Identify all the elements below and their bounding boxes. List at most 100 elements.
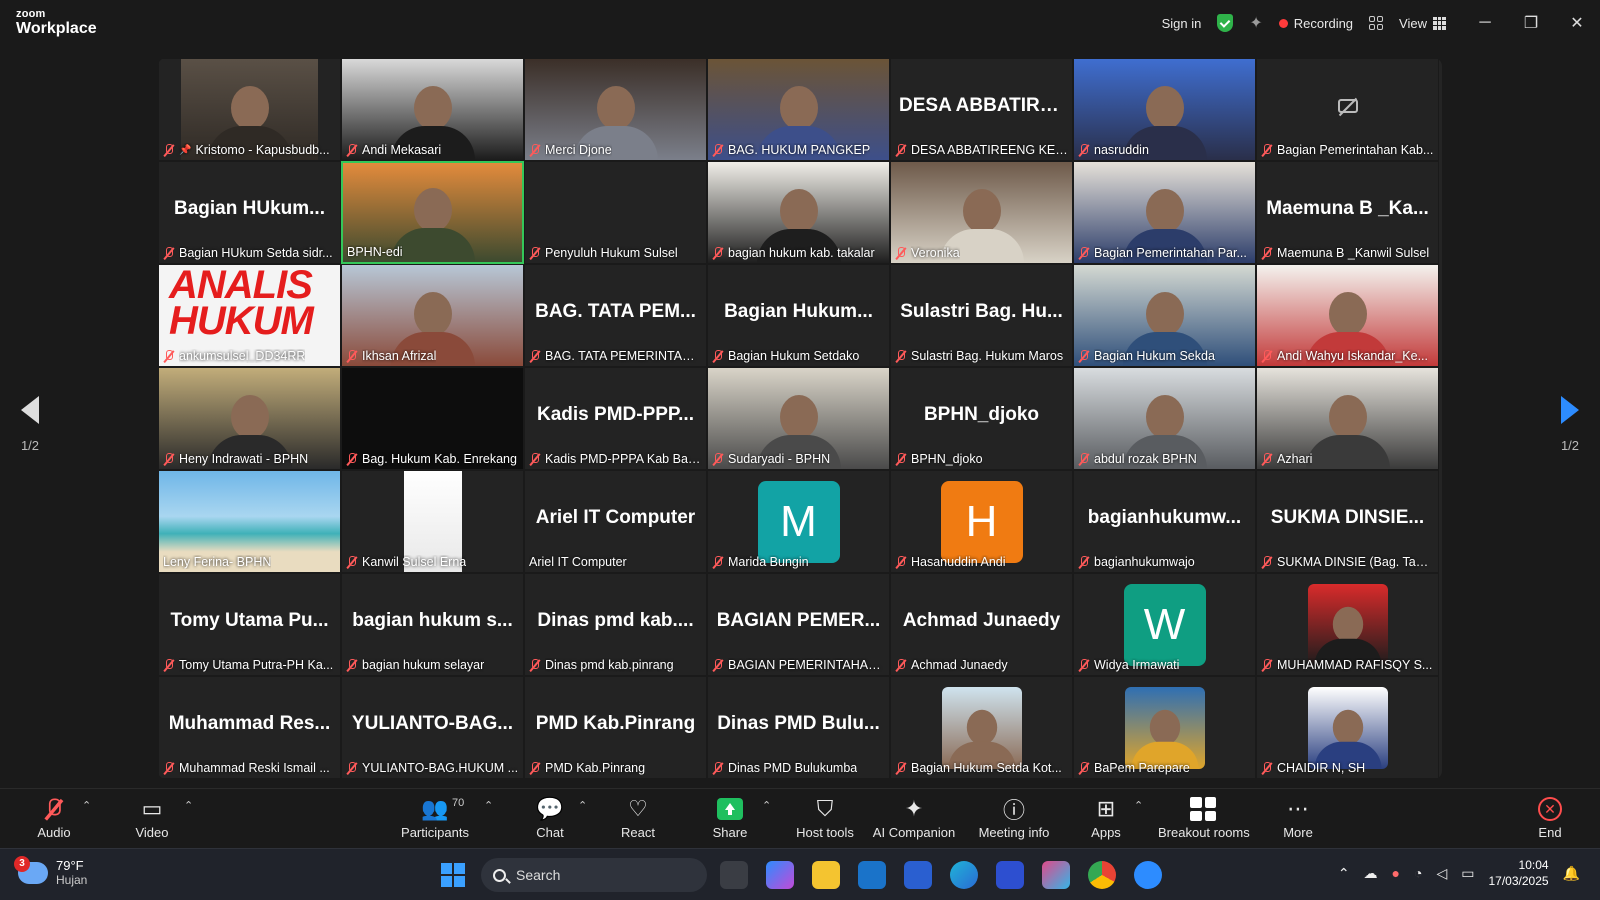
participant-tile[interactable]: BAG. TATA PEM... BAG. TATA PEMERINTAHA... <box>524 264 707 367</box>
notification-bell-icon[interactable]: 🔔 <box>1563 865 1580 882</box>
participants-options-chevron-icon[interactable]: ⌃ <box>484 799 493 812</box>
volume-icon[interactable]: ◁ <box>1436 865 1447 882</box>
participant-tile[interactable]: Tomy Utama Pu... Tomy Utama Putra-PH Ka..… <box>158 573 341 676</box>
participant-tile[interactable]: PMD Kab.Pinrang PMD Kab.Pinrang <box>524 676 707 779</box>
edge-icon[interactable] <box>950 861 978 889</box>
video-button[interactable]: ▭ Video <box>130 795 174 840</box>
participant-tile[interactable]: Penyuluh Hukum Sulsel <box>524 161 707 264</box>
next-page-button[interactable]: 1/2 <box>1540 396 1600 453</box>
host-tools-button[interactable]: ⛉ Host tools <box>792 795 858 840</box>
participant-tile[interactable]: BAGIAN PEMER... BAGIAN PEMERINTAHAN ... <box>707 573 890 676</box>
participant-tile[interactable]: CHAIDIR N, SH <box>1256 676 1439 779</box>
restore-icon[interactable]: ❐ <box>1508 0 1554 46</box>
participant-tile[interactable]: W Widya Irmawati <box>1073 573 1256 676</box>
participant-tile[interactable]: Veronika <box>890 161 1073 264</box>
participant-tile[interactable]: Sudaryadi - BPHN <box>707 367 890 470</box>
sign-in-button[interactable]: Sign in <box>1162 16 1202 31</box>
onedrive-cloud-icon[interactable]: ☁ <box>1364 865 1378 882</box>
share-button[interactable]: Share <box>710 795 750 840</box>
ai-sparkle-icon[interactable]: ✦ <box>1249 13 1262 33</box>
participant-tile[interactable]: Ariel IT Computer Ariel IT Computer <box>524 470 707 573</box>
participant-tile[interactable]: Leny Ferina- BPHN <box>158 470 341 573</box>
microphone-icon[interactable]: ● <box>1392 865 1400 881</box>
apps-button[interactable]: ⊞ Apps <box>1086 795 1126 840</box>
participant-tile[interactable]: SUKMA DINSIE... SUKMA DINSIE (Bag. Tape..… <box>1256 470 1439 573</box>
participant-tile[interactable]: Bagian Hukum... Bagian Hukum Setdako <box>707 264 890 367</box>
wifi-icon[interactable]: ◔ <box>1414 865 1422 881</box>
participant-tile[interactable]: nasruddin <box>1073 58 1256 161</box>
participant-tile[interactable]: Kanwil Sulsel Erna <box>341 470 524 573</box>
gallery-layout-icon[interactable] <box>1369 16 1384 30</box>
participant-tile[interactable]: Dinas PMD Bulu... Dinas PMD Bulukumba <box>707 676 890 779</box>
participant-tile[interactable]: BPHN_djoko BPHN_djoko <box>890 367 1073 470</box>
participant-tile[interactable]: Merci Djone <box>524 58 707 161</box>
more-button[interactable]: ⋯ More <box>1278 795 1318 840</box>
participant-tile[interactable]: bagian hukum kab. takalar <box>707 161 890 264</box>
participant-tile[interactable]: 📌 Kristomo - Kapusbudb... <box>158 58 341 161</box>
participant-tile[interactable]: Maemuna B _Ka... Maemuna B _Kanwil Sulsel <box>1256 161 1439 264</box>
store-icon[interactable] <box>904 861 932 889</box>
participant-tile[interactable]: YULIANTO-BAG... YULIANTO-BAG.HUKUM ... <box>341 676 524 779</box>
m365-icon[interactable] <box>1042 861 1070 889</box>
outlook-icon[interactable] <box>858 861 886 889</box>
share-options-chevron-icon[interactable]: ⌃ <box>762 799 771 812</box>
taskbar-clock[interactable]: 10:04 17/03/2025 <box>1489 857 1549 889</box>
minimize-icon[interactable]: ─ <box>1462 0 1508 46</box>
encryption-shield-icon[interactable] <box>1217 14 1234 32</box>
pen-app-icon[interactable] <box>996 861 1024 889</box>
participant-tile[interactable]: Achmad Junaedy Achmad Junaedy <box>890 573 1073 676</box>
participant-tile[interactable]: Bagian Pemerintahan Kab... <box>1256 58 1439 161</box>
participant-tile[interactable]: ANALIS HUKUM ankumsulsel_DD34RR <box>158 264 341 367</box>
participant-tile[interactable]: Bag. Hukum Kab. Enrekang <box>341 367 524 470</box>
participant-tile[interactable]: MUHAMMAD RAFISQY S... <box>1256 573 1439 676</box>
participant-tile[interactable]: Bagian Hukum Sekda <box>1073 264 1256 367</box>
participant-tile[interactable]: Sulastri Bag. Hu... Sulastri Bag. Hukum M… <box>890 264 1073 367</box>
copilot-icon[interactable] <box>766 861 794 889</box>
file-explorer-icon[interactable] <box>812 861 840 889</box>
task-view-icon[interactable] <box>720 861 748 889</box>
chat-button[interactable]: 💬 Chat <box>530 795 570 840</box>
audio-options-chevron-icon[interactable]: ⌃ <box>82 799 91 812</box>
breakout-rooms-button[interactable]: Breakout rooms <box>1158 795 1250 840</box>
chrome-icon[interactable] <box>1088 861 1116 889</box>
apps-options-chevron-icon[interactable]: ⌃ <box>1134 799 1143 812</box>
participant-tile[interactable]: BAG. HUKUM PANGKEP <box>707 58 890 161</box>
participant-tile[interactable]: Heny Indrawati - BPHN <box>158 367 341 470</box>
windows-start-icon[interactable] <box>441 863 465 887</box>
participant-tile[interactable]: BaPem Parepare <box>1073 676 1256 779</box>
battery-icon[interactable]: ▭ <box>1461 865 1474 882</box>
participant-tile[interactable]: Bagian Hukum Setda Kot... <box>890 676 1073 779</box>
participant-tile[interactable]: Azhari <box>1256 367 1439 470</box>
previous-page-button[interactable]: 1/2 <box>0 396 60 453</box>
weather-widget[interactable]: 3 79°F Hujan <box>14 855 87 887</box>
audio-button[interactable]: Audio <box>34 795 74 840</box>
taskbar-search[interactable]: Search <box>481 858 707 892</box>
zoom-taskbar-icon[interactable] <box>1134 861 1162 889</box>
ai-companion-button[interactable]: ✦ AI Companion <box>872 795 956 840</box>
participant-tile[interactable]: Muhammad Res... Muhammad Reski Ismail ... <box>158 676 341 779</box>
video-options-chevron-icon[interactable]: ⌃ <box>184 799 193 812</box>
close-icon[interactable]: ✕ <box>1554 0 1600 46</box>
meeting-info-button[interactable]: ⓘ Meeting info <box>972 795 1056 840</box>
react-button[interactable]: ♡ React <box>618 795 658 840</box>
participant-tile[interactable]: Andi Wahyu Iskandar_Ke... <box>1256 264 1439 367</box>
participant-tile[interactable]: Andi Mekasari <box>341 58 524 161</box>
participant-tile[interactable]: Bagian HUkum... Bagian HUkum Setda sidr..… <box>158 161 341 264</box>
chat-options-chevron-icon[interactable]: ⌃ <box>578 799 587 812</box>
participant-tile[interactable]: BPHN-edi <box>341 161 524 264</box>
participant-tile[interactable]: DESA ABBATIRE... DESA ABBATIREENG KEC. ..… <box>890 58 1073 161</box>
participant-tile[interactable]: M Marida Bungin <box>707 470 890 573</box>
participants-button[interactable]: 👥 70 Participants <box>400 795 470 840</box>
participant-tile[interactable]: Kadis PMD-PPP... Kadis PMD-PPPA Kab Ban..… <box>524 367 707 470</box>
participant-tile[interactable]: Dinas pmd kab.... Dinas pmd kab.pinrang <box>524 573 707 676</box>
participant-tile[interactable]: bagianhukumw... bagianhukumwajo <box>1073 470 1256 573</box>
participant-tile[interactable]: H Hasanuddin Andi <box>890 470 1073 573</box>
tray-chevron-up-icon[interactable]: ⌃ <box>1338 865 1350 882</box>
view-button[interactable]: View <box>1399 16 1446 31</box>
end-meeting-button[interactable]: ✕ End <box>1530 795 1570 840</box>
participant-tile[interactable]: Ikhsan Afrizal <box>341 264 524 367</box>
participant-tile[interactable]: bagian hukum s... bagian hukum selayar <box>341 573 524 676</box>
participant-tile[interactable]: abdul rozak BPHN <box>1073 367 1256 470</box>
recording-indicator[interactable]: Recording <box>1278 16 1353 31</box>
participant-tile[interactable]: Bagian Pemerintahan Par... <box>1073 161 1256 264</box>
